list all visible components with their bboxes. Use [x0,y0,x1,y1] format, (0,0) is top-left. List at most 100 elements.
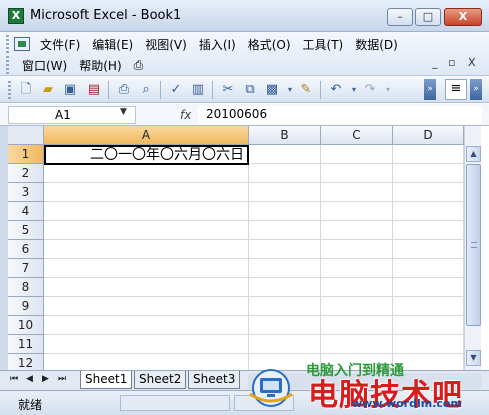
first-sheet-icon[interactable]: ⏮ [10,374,18,384]
menu-tools[interactable]: 工具(T) [297,36,350,53]
copy-icon[interactable]: ⧉ [242,82,258,98]
gridline-row [44,201,464,202]
row-header-6[interactable]: 6 [8,240,44,259]
permission-icon[interactable]: ▤ [86,82,102,98]
menu-file[interactable]: 文件(F) [34,36,86,53]
grid-left-edge [0,126,8,370]
row-header-10[interactable]: 10 [8,316,44,335]
maximize-button[interactable]: □ [415,8,441,26]
menu-data[interactable]: 数据(D) [349,36,404,53]
redo-icon[interactable]: ↷ [362,82,378,98]
row-header-5[interactable]: 5 [8,221,44,240]
formula-bar: A1 ▼ fx 20100606 [0,104,489,126]
column-header-d[interactable]: D [393,126,464,145]
last-sheet-icon[interactable]: ⏭ [58,374,66,384]
worksheet-grid[interactable]: A B C D 1 2 3 4 5 6 7 8 9 10 11 12 二〇一〇年〇六月〇六日 [0,126,489,370]
print-preview-icon[interactable]: ⌕ [138,82,154,98]
vertical-scrollbar[interactable]: ▲ ▼ [464,126,481,370]
row-header-2[interactable]: 2 [8,164,44,183]
menu-row-secondary: 窗口(W) 帮助(H) ⎙ [8,54,149,76]
insert-function-icon[interactable]: fx [180,108,191,122]
menu-bar: 文件(F) 编辑(E) 视图(V) 插入(I) 格式(O) 工具(T) 数据(D… [0,32,489,76]
column-header-b[interactable]: B [249,126,321,145]
gridline-row [44,277,464,278]
gridline-row [44,296,464,297]
menu-view[interactable]: 视图(V) [139,36,193,53]
row-header-7[interactable]: 7 [8,259,44,278]
open-icon[interactable]: ▰ [40,82,56,98]
print-icon[interactable]: ⎙ [116,82,132,98]
gridline-row [44,220,464,221]
gridline-row [44,182,464,183]
save-icon[interactable]: ▣ [62,82,78,98]
gridline-row [44,353,464,354]
toolbar-separator [160,81,161,99]
workbook-icon[interactable] [14,37,30,51]
toolbar-separator [320,81,321,99]
new-icon[interactable]: 🗋 [18,82,34,98]
toolbar-separator [108,81,109,99]
tab-sheet3[interactable]: Sheet3 [188,371,241,389]
watermark-url: www.wordlm.com [352,397,462,410]
doc-minimize-button[interactable]: _ [432,56,438,69]
prev-sheet-icon[interactable]: ◀ [26,374,33,384]
scroll-thumb[interactable] [466,164,481,326]
gridline-column [248,145,249,370]
cut-icon[interactable]: ✂ [220,82,236,98]
excel-icon[interactable]: X [8,8,24,24]
next-sheet-icon[interactable]: ▶ [42,374,49,384]
tab-sheet1[interactable]: Sheet1 [80,371,133,389]
gridline-row [44,258,464,259]
menu-insert[interactable]: 插入(I) [193,36,242,53]
align-left-icon[interactable]: ≡ [445,79,467,100]
row-header-12[interactable]: 12 [8,354,44,370]
menu-row-main: 文件(F) 编辑(E) 视图(V) 插入(I) 格式(O) 工具(T) 数据(D… [8,33,404,55]
menu-format[interactable]: 格式(O) [242,36,297,53]
toolbar-grip-handle[interactable] [8,81,11,99]
name-box-dropdown-icon[interactable]: ▼ [120,107,127,117]
tab-sheet2[interactable]: Sheet2 [134,371,187,389]
toolbar-options-icon-2[interactable]: » [470,79,482,100]
undo-icon[interactable]: ↶ [328,82,344,98]
paste-dropdown-icon[interactable]: ▾ [282,82,298,98]
status-text: 就绪 [18,398,43,412]
row-header-4[interactable]: 4 [8,202,44,221]
doc-close-button[interactable]: X [468,56,476,69]
scroll-up-icon[interactable]: ▲ [466,146,481,162]
gridline-row [44,315,464,316]
gridline-column [392,145,393,370]
menu-window[interactable]: 窗口(W) [16,57,73,74]
formula-input[interactable]: 20100606 [198,106,482,124]
title-bar: X Microsoft Excel - Book1 – □ X [0,0,489,32]
cell-a1[interactable]: 二〇一〇年〇六月〇六日 [44,145,249,165]
research-book-icon[interactable]: ▥ [190,82,206,98]
scroll-grip [471,242,477,248]
spelling-icon[interactable]: ✓ [168,82,184,98]
row-header-8[interactable]: 8 [8,278,44,297]
name-box[interactable]: A1 [8,106,136,124]
standard-toolbar: 🗋 ▰ ▣ ▤ ⎙ ⌕ ✓ ▥ ✂ ⧉ ▩ ▾ ✎ ↶ ▾ ↷ ▾ » ≡ » [0,76,489,103]
gridline-row [44,334,464,335]
scroll-down-icon[interactable]: ▼ [466,350,481,366]
minimize-button[interactable]: – [387,8,413,26]
row-header-11[interactable]: 11 [8,335,44,354]
doc-restore-button[interactable]: ▫ [448,56,455,69]
redo-dropdown-icon[interactable]: ▾ [380,82,396,98]
menu-edit[interactable]: 编辑(E) [86,36,139,53]
column-header-c[interactable]: C [321,126,393,145]
row-header-1[interactable]: 1 [8,145,44,164]
row-header-3[interactable]: 3 [8,183,44,202]
gridline-column [320,145,321,370]
close-button[interactable]: X [444,8,482,26]
gridline-row [44,239,464,240]
select-all-corner[interactable] [8,126,44,145]
research-icon[interactable]: ⎙ [128,58,150,73]
undo-dropdown-icon[interactable]: ▾ [346,82,362,98]
column-header-a[interactable]: A [44,126,249,145]
menu-help[interactable]: 帮助(H) [73,57,127,74]
watermark-logo-icon [249,369,293,407]
toolbar-options-icon[interactable]: » [424,79,436,100]
paste-icon[interactable]: ▩ [264,82,280,98]
format-painter-icon[interactable]: ✎ [298,82,314,98]
row-header-9[interactable]: 9 [8,297,44,316]
